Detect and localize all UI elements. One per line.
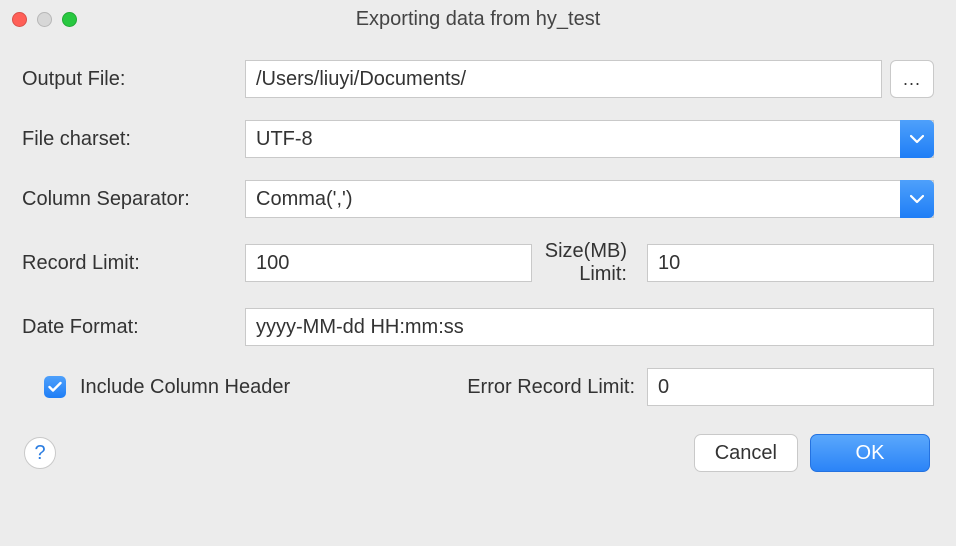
size-limit-label: Size(MB) Limit: [540,240,639,286]
record-limit-input[interactable] [245,244,532,282]
output-file-label: Output File: [22,68,237,91]
include-header-checkbox[interactable] [44,376,66,398]
export-dialog: Exporting data from hy_test Output File:… [0,0,956,546]
limits-row: Record Limit: Size(MB) Limit: [22,240,934,286]
chevron-down-icon [900,180,934,218]
file-charset-label: File charset: [22,128,237,151]
record-limit-label: Record Limit: [22,252,237,275]
form-content: Output File: ... File charset: UTF-8 Col… [0,38,956,488]
date-format-input[interactable] [245,308,934,346]
help-button[interactable]: ? [24,437,56,469]
error-record-limit-input[interactable] [647,368,934,406]
include-header-label: Include Column Header [80,376,290,399]
window-controls [12,12,77,27]
browse-button[interactable]: ... [890,60,934,98]
output-file-input[interactable] [245,60,882,98]
column-separator-value: Comma(',') [245,180,934,218]
output-file-row: Output File: ... [22,60,934,98]
file-charset-select[interactable]: UTF-8 [245,120,934,158]
column-separator-row: Column Separator: Comma(',') [22,180,934,218]
date-format-label: Date Format: [22,316,237,339]
date-format-row: Date Format: [22,308,934,346]
minimize-window-button [37,12,52,27]
ok-button[interactable]: OK [810,434,930,472]
file-charset-value: UTF-8 [245,120,934,158]
column-separator-select[interactable]: Comma(',') [245,180,934,218]
chevron-down-icon [900,120,934,158]
header-error-row: Include Column Header Error Record Limit… [22,368,934,406]
dialog-footer: ? Cancel OK [22,434,934,478]
column-separator-label: Column Separator: [22,188,237,211]
file-charset-row: File charset: UTF-8 [22,120,934,158]
maximize-window-button[interactable] [62,12,77,27]
cancel-button[interactable]: Cancel [694,434,798,472]
titlebar: Exporting data from hy_test [0,0,956,38]
error-record-limit-label: Error Record Limit: [467,376,635,399]
window-title: Exporting data from hy_test [356,8,601,31]
size-limit-input[interactable] [647,244,934,282]
close-window-button[interactable] [12,12,27,27]
